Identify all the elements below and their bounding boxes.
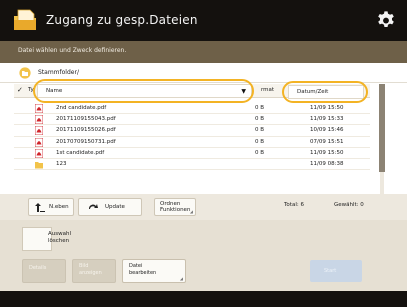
folder-functions-button[interactable]: Ordnen Funktionen ◢	[154, 198, 196, 216]
file-name: 20171109155026.pdf	[56, 127, 116, 134]
file-row[interactable]: 20170709150731.pdf 0 B 07/09 15:51	[14, 137, 370, 148]
file-date: 11/09 15:33	[310, 116, 344, 123]
file-name: 20170709150731.pdf	[56, 138, 116, 145]
highlight-name-column	[33, 79, 254, 103]
up-button-label: N.eben	[49, 204, 69, 210]
pdf-file-icon	[35, 148, 43, 158]
select-all-check-icon[interactable]: ✓	[17, 86, 23, 94]
file-row[interactable]: 1st candidate.pdf 0 B 11/09 15:50	[14, 148, 370, 159]
file-name: 1st candidate.pdf	[56, 149, 105, 156]
selected-count: Gewählt: 0	[334, 202, 364, 208]
file-list: 2nd candidate.pdf 0 B 11/09 15:50 201711…	[14, 103, 370, 191]
file-size: 0 B	[255, 138, 265, 145]
update-button-label: Update	[105, 204, 125, 210]
pdf-file-icon	[35, 126, 43, 136]
file-date: 07/09 15:51	[310, 138, 344, 145]
start-label: Start	[324, 268, 337, 274]
location-path: Stammfolder/	[38, 69, 79, 76]
file-row[interactable]: 20171109155043.pdf 0 B 11/09 15:33	[14, 114, 370, 126]
file-date: 10/09 15:46	[310, 127, 344, 134]
file-name: 2nd candidate.pdf	[56, 105, 107, 111]
file-size: 0 B	[255, 127, 265, 134]
gear-icon[interactable]	[375, 10, 397, 32]
folder-location-icon	[19, 67, 31, 79]
update-icon	[88, 204, 98, 209]
file-date: 11/09 08:38	[310, 160, 344, 167]
up-arrow-icon	[35, 203, 45, 212]
page-title: Zugang zu gesp.Dateien	[46, 13, 198, 27]
clear-selection-label: Auswahl löschen	[48, 231, 71, 244]
instruction-bar: Datei wählen und Zweck definieren.	[0, 41, 407, 63]
scrollbar[interactable]	[371, 84, 393, 194]
display-image-button[interactable]: Bild anzeigen	[72, 259, 116, 283]
pdf-file-icon	[35, 137, 43, 147]
title-bar: Zugang zu gesp.Dateien	[0, 0, 407, 41]
edit-file-button[interactable]: Datei bearbeiten ◢	[122, 259, 186, 283]
file-date: 11/09 15:50	[310, 149, 344, 156]
file-name: 20171109155043.pdf	[56, 116, 116, 123]
highlight-date-column	[282, 81, 368, 103]
folder-name: 123	[56, 160, 67, 167]
start-button[interactable]: Start	[310, 260, 362, 282]
column-header-format[interactable]: rmat	[261, 87, 274, 93]
expand-corner-icon: ◢	[189, 209, 193, 214]
file-date: 11/09 15:50	[310, 105, 344, 111]
pdf-file-icon	[35, 104, 43, 113]
instruction-text: Datei wählen und Zweck definieren.	[18, 47, 127, 54]
file-row[interactable]: 20171109155026.pdf 0 B 10/09 15:46	[14, 125, 370, 137]
edit-file-label: Datei bearbeiten	[129, 263, 157, 276]
file-size: 0 B	[255, 149, 265, 156]
up-button[interactable]: N.eben	[28, 198, 74, 216]
total-count: Total: 6	[284, 202, 304, 208]
details-button[interactable]: Details	[22, 259, 66, 283]
toolbar: N.eben Update Ordnen Funktionen ◢ Total:…	[0, 194, 407, 220]
details-label: Details	[29, 265, 47, 271]
expand-corner-icon: ◢	[179, 276, 183, 281]
folder-icon	[35, 161, 43, 169]
file-size: 0 B	[255, 105, 265, 111]
bottom-bar	[0, 291, 407, 307]
update-button[interactable]: Update	[78, 198, 142, 216]
pdf-file-icon	[35, 115, 43, 125]
file-size: 0 B	[255, 116, 265, 123]
folder-row[interactable]: 123 11/09 08:38	[14, 159, 370, 171]
file-share-icon	[14, 9, 36, 30]
display-image-label: Bild anzeigen	[79, 263, 102, 276]
file-row[interactable]: 2nd candidate.pdf 0 B 11/09 15:50	[14, 103, 370, 115]
folder-functions-label: Ordnen Funktionen	[160, 201, 191, 213]
